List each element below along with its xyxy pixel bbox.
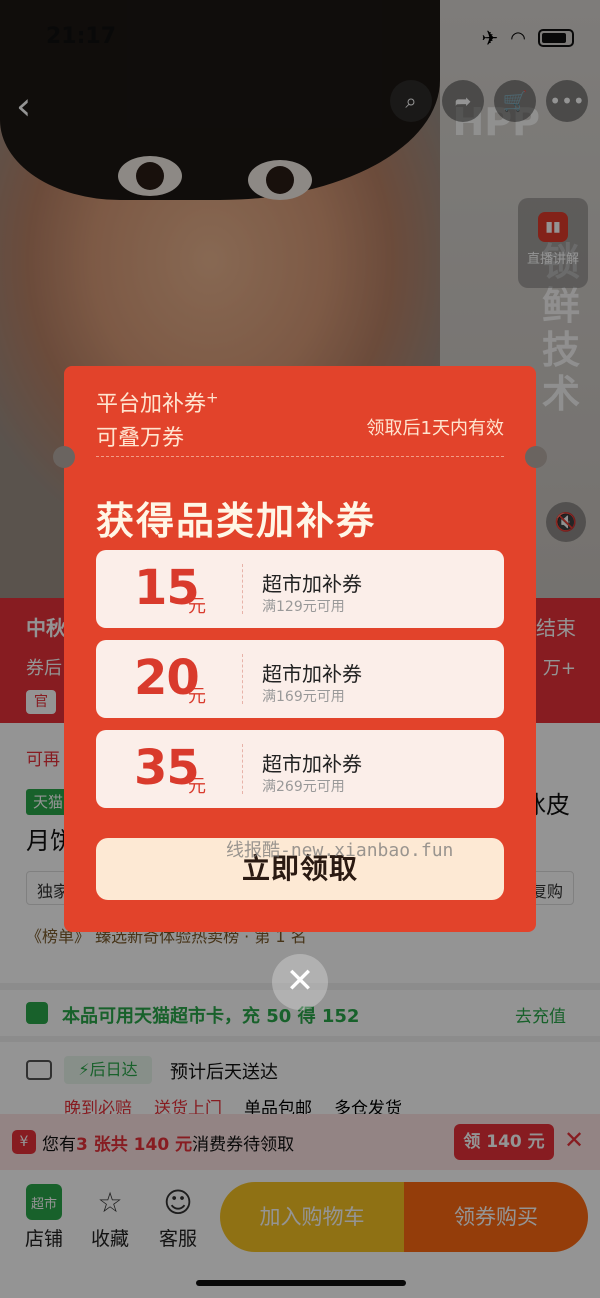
coupon-name: 超市加补券: [262, 752, 362, 776]
close-icon[interactable]: ✕: [272, 954, 328, 1010]
coupon-separator: [242, 564, 243, 614]
modal-validity: 领取后1天内有效: [366, 418, 504, 439]
coupon-unit: 元: [188, 596, 206, 617]
watermark: 线报酷-new.xianbao.fun: [226, 840, 454, 861]
modal-header-title: 平台加补券+: [96, 386, 219, 418]
coupon-condition: 满169元可用: [262, 689, 345, 705]
coupon-card: 20 元 超市加补券 满169元可用: [96, 640, 504, 718]
coupon-condition: 满269元可用: [262, 779, 345, 795]
modal-divider: [96, 456, 504, 457]
coupon-name: 超市加补券: [262, 572, 362, 596]
coupon-separator: [242, 654, 243, 704]
coupon-unit: 元: [188, 686, 206, 707]
modal-title: 获得品类加补券: [96, 499, 377, 543]
coupon-card: 15 元 超市加补券 满129元可用: [96, 550, 504, 628]
coupon-separator: [242, 744, 243, 794]
header-title-sup: +: [206, 388, 219, 407]
header-title-text: 平台加补券: [96, 392, 207, 417]
coupon-condition: 满129元可用: [262, 599, 345, 615]
coupon-card: 35 元 超市加补券 满269元可用: [96, 730, 504, 808]
coupon-modal: 平台加补券+ 可叠万券 领取后1天内有效 获得品类加补券 15 元 超市加补券 …: [53, 366, 547, 932]
coupon-name: 超市加补券: [262, 662, 362, 686]
modal-header-subtitle: 可叠万券: [96, 426, 185, 451]
coupon-unit: 元: [188, 776, 206, 797]
